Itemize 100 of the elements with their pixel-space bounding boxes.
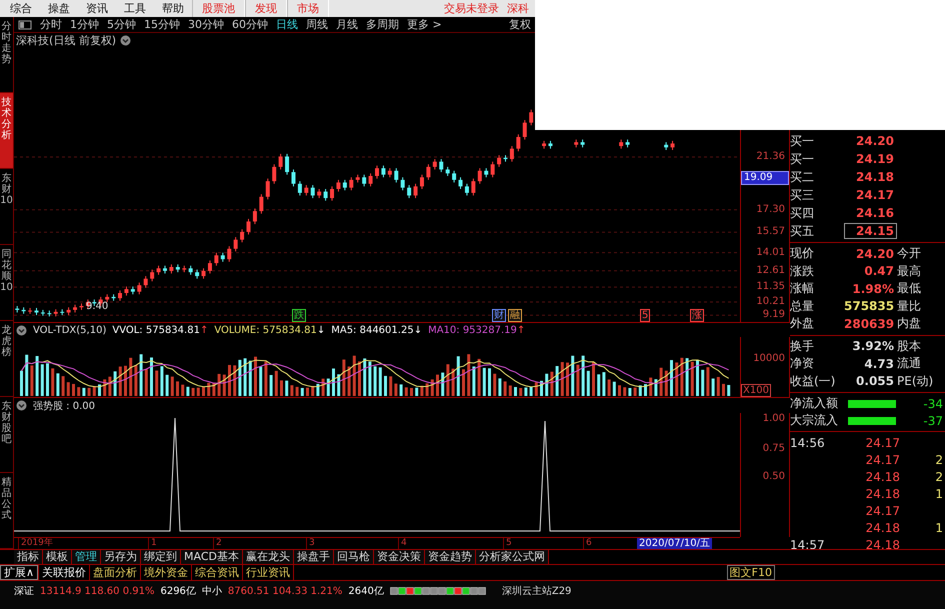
menu-item[interactable]: 市场 bbox=[287, 0, 329, 17]
candlestick bbox=[349, 176, 354, 191]
menu-item[interactable]: 股票池 bbox=[192, 0, 245, 17]
formula-tab[interactable]: 资金决策 bbox=[374, 550, 425, 564]
formula-tab[interactable]: MACD基本 bbox=[181, 550, 243, 564]
flow-label: 大宗流入 bbox=[790, 412, 839, 429]
period-tab[interactable]: 5分钟 bbox=[103, 17, 140, 32]
candlestick bbox=[227, 246, 232, 262]
login-status[interactable]: 交易未登录 bbox=[440, 1, 503, 16]
side-tab[interactable]: 技术分析 bbox=[0, 93, 13, 169]
formula-tab[interactable]: 分析家公式网 bbox=[476, 550, 549, 564]
price-axis-label: 9.19 bbox=[762, 309, 785, 322]
side-tab[interactable]: 同花顺10 bbox=[0, 245, 13, 321]
trend-arrow: ↑ bbox=[200, 324, 208, 336]
period-tab[interactable]: 1分钟 bbox=[66, 17, 103, 32]
period-tab[interactable]: 多周期 bbox=[362, 17, 403, 32]
quote-label: 最高 bbox=[896, 262, 922, 280]
f10-button[interactable]: 图文F10 bbox=[726, 565, 775, 580]
dropdown-icon[interactable] bbox=[16, 324, 27, 336]
candlestick bbox=[118, 290, 122, 302]
side-tab[interactable]: 龙虎榜 bbox=[0, 321, 13, 397]
formula-tab[interactable]: 回马枪 bbox=[334, 550, 374, 564]
tick-price: 24.17 bbox=[864, 452, 900, 466]
menu-item[interactable]: 深科 bbox=[503, 1, 533, 16]
order-price[interactable]: 24.18 bbox=[844, 170, 894, 184]
event-marker[interactable]: 涨 bbox=[690, 309, 704, 322]
dropdown-icon[interactable] bbox=[120, 34, 132, 46]
indicator-axis-label: 0.75 bbox=[762, 443, 785, 455]
extension-tab[interactable]: 盘面分析 bbox=[90, 565, 140, 580]
menu-item[interactable]: 操盘 bbox=[40, 0, 78, 17]
formula-tab[interactable]: 操盘手 bbox=[294, 550, 334, 564]
quote-value: 0.47 bbox=[863, 264, 894, 278]
period-tab[interactable]: 周线 bbox=[302, 17, 332, 32]
extension-tab[interactable]: 行业资讯 bbox=[243, 565, 294, 580]
menu-item[interactable]: 综合 bbox=[2, 0, 40, 17]
candlestick bbox=[298, 180, 302, 196]
candlestick bbox=[324, 188, 328, 202]
formula-tab[interactable]: 赢在龙头 bbox=[242, 550, 294, 564]
extension-tab[interactable]: 境外资金 bbox=[141, 565, 192, 580]
period-tab[interactable]: 分时 bbox=[36, 17, 66, 32]
menu-item[interactable]: 发现 bbox=[245, 0, 287, 17]
quote-value: 4.73 bbox=[863, 356, 894, 371]
order-price[interactable]: 24.17 bbox=[844, 188, 894, 202]
dropdown-icon[interactable] bbox=[16, 400, 27, 411]
menu-item[interactable]: 工具 bbox=[116, 0, 154, 17]
order-price[interactable]: 24.16 bbox=[844, 206, 894, 220]
menu-item[interactable]: 资讯 bbox=[78, 0, 116, 17]
menu-item[interactable]: 帮助 bbox=[154, 0, 192, 17]
quote-label: 涨跌 bbox=[790, 262, 815, 280]
candlestick bbox=[394, 168, 398, 183]
quote-label: 流通 bbox=[896, 355, 922, 372]
period-tab[interactable]: 日线 bbox=[272, 17, 302, 32]
formula-tab[interactable]: 管理 bbox=[72, 550, 101, 564]
candlestick bbox=[150, 269, 154, 282]
tick-price: 24.18 bbox=[864, 538, 900, 552]
index-quote: 8760.51 104.33 1.21% bbox=[228, 586, 342, 596]
extension-tab[interactable]: 综合资讯 bbox=[192, 565, 242, 580]
flow-value: -34 bbox=[922, 396, 943, 410]
event-marker[interactable]: 融 bbox=[508, 309, 522, 322]
candlestick bbox=[375, 165, 379, 180]
period-tab[interactable]: 60分钟 bbox=[228, 17, 272, 32]
formula-tab[interactable]: 绑定到 bbox=[141, 550, 181, 564]
candlestick bbox=[317, 188, 322, 199]
current-date-label: 2020/07/10/五 bbox=[637, 538, 712, 549]
side-tab[interactable]: 东财股吧 bbox=[0, 397, 13, 473]
order-price[interactable]: 24.15 bbox=[844, 223, 897, 239]
period-tab[interactable]: 月线 bbox=[332, 17, 362, 32]
candlestick bbox=[497, 154, 502, 168]
indicator-name: 强势股 : 0.00 bbox=[33, 400, 95, 412]
quote-value: 1.98% bbox=[851, 282, 894, 296]
side-tab[interactable]: 东财10 bbox=[0, 169, 13, 245]
candlestick bbox=[278, 153, 283, 170]
quote-label: 外盘 bbox=[790, 315, 815, 332]
formula-tab[interactable]: 模板 bbox=[43, 550, 72, 564]
period-tab[interactable]: 15分钟 bbox=[140, 17, 184, 32]
period-tab[interactable]: 更多 > bbox=[403, 17, 446, 32]
event-marker[interactable]: 跌 bbox=[292, 309, 306, 322]
formula-tab[interactable]: 资金趋势 bbox=[424, 550, 476, 564]
candlestick bbox=[478, 168, 482, 184]
period-tab[interactable]: 30分钟 bbox=[184, 17, 228, 32]
time-axis-label: 4 bbox=[398, 538, 407, 549]
extension-tab[interactable]: 关联报价 bbox=[39, 565, 90, 580]
side-tab[interactable]: 精品公式 bbox=[0, 473, 13, 549]
candlestick bbox=[266, 178, 270, 200]
formula-tab[interactable]: 另存为 bbox=[101, 550, 141, 564]
candlestick bbox=[400, 176, 405, 191]
candlestick bbox=[490, 161, 495, 178]
quote-label: 净资 bbox=[790, 355, 815, 372]
adjust-button[interactable]: 复权 bbox=[505, 17, 535, 32]
order-price[interactable]: 24.19 bbox=[844, 152, 894, 166]
order-price[interactable]: 24.20 bbox=[844, 134, 894, 148]
event-marker[interactable]: 财 bbox=[492, 309, 506, 322]
order-level-label: 买四 bbox=[790, 204, 815, 222]
flow-bar bbox=[848, 400, 896, 408]
panel-toggle-icon[interactable] bbox=[18, 20, 32, 30]
formula-tab[interactable]: 指标 bbox=[14, 550, 43, 564]
quote-label: 内盘 bbox=[896, 315, 922, 332]
price-axis-label: 17.30 bbox=[756, 204, 785, 216]
event-marker[interactable]: 5 bbox=[640, 309, 650, 322]
indicator-readout: MA5: 844601.25 bbox=[331, 324, 414, 336]
